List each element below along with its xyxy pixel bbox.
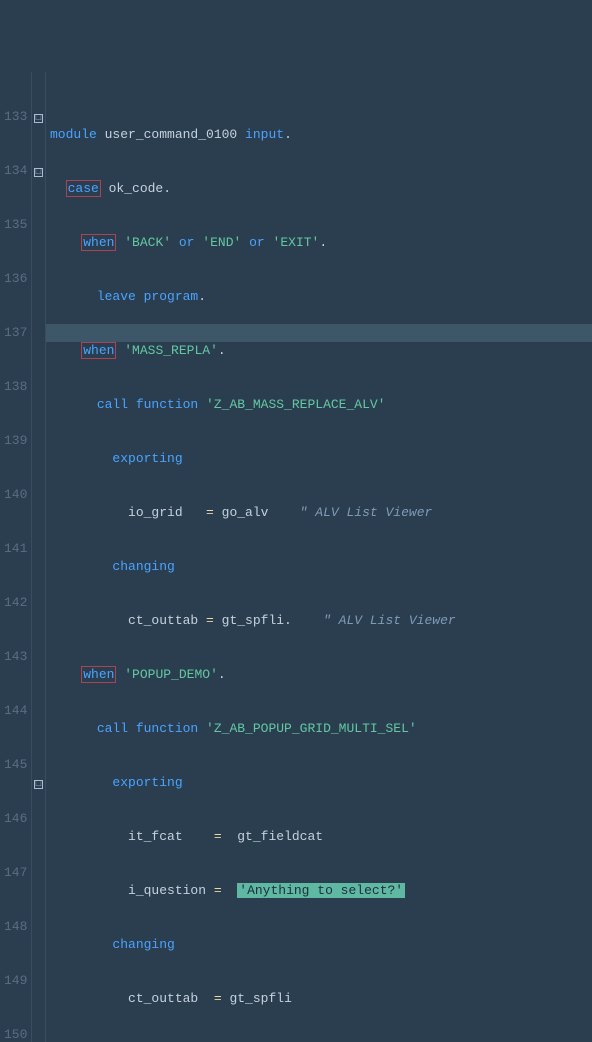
code-line[interactable]: exporting [50, 774, 592, 792]
code-line[interactable]: ct_outtab = gt_spfli [50, 990, 592, 1008]
line-number: 143 [4, 648, 27, 666]
line-number: 141 [4, 540, 27, 558]
fold-toggle-icon[interactable]: □ [34, 780, 43, 789]
line-number: 148 [4, 918, 27, 936]
line-number: 142 [4, 594, 27, 612]
code-line[interactable]: io_grid = go_alv " ALV List Viewer [50, 504, 592, 522]
line-number: 136 [4, 270, 27, 288]
fold-column: □ □ □ [32, 72, 46, 1042]
code-line[interactable]: i_question = 'Anything to select?' [50, 882, 592, 900]
line-number: 147 [4, 864, 27, 882]
code-area[interactable]: module user_command_0100 input. case ok_… [46, 72, 592, 1042]
line-number: 140 [4, 486, 27, 504]
line-number: 137 [4, 324, 27, 342]
code-line[interactable]: changing [50, 936, 592, 954]
code-line[interactable]: when 'POPUP_DEMO'. [50, 666, 592, 684]
line-number: 134 [4, 162, 27, 180]
current-line-highlight [46, 324, 592, 342]
line-number: 150 [4, 1026, 27, 1042]
code-line[interactable]: call function 'Z_AB_POPUP_GRID_MULTI_SEL… [50, 720, 592, 738]
code-line[interactable]: changing [50, 558, 592, 576]
code-line[interactable]: module user_command_0100 input. [50, 126, 592, 144]
code-line[interactable]: call function 'Z_AB_MASS_REPLACE_ALV' [50, 396, 592, 414]
line-number-gutter: 133 134 135 136 137 138 139 140 141 142 … [0, 72, 32, 1042]
line-number: 145 [4, 756, 27, 774]
code-line[interactable]: it_fcat = gt_fieldcat [50, 828, 592, 846]
line-number: 135 [4, 216, 27, 234]
code-line[interactable]: exporting [50, 450, 592, 468]
code-line[interactable]: leave program. [50, 288, 592, 306]
fold-toggle-icon[interactable]: □ [34, 114, 43, 123]
code-line[interactable]: ct_outtab = gt_spfli. " ALV List Viewer [50, 612, 592, 630]
line-number: 138 [4, 378, 27, 396]
line-number: 149 [4, 972, 27, 990]
line-number: 139 [4, 432, 27, 450]
line-number: 146 [4, 810, 27, 828]
fold-toggle-icon[interactable]: □ [34, 168, 43, 177]
line-number: 144 [4, 702, 27, 720]
code-line[interactable]: case ok_code. [50, 180, 592, 198]
code-line[interactable]: when 'MASS_REPLA'. [50, 342, 592, 360]
code-line[interactable]: when 'BACK' or 'END' or 'EXIT'. [50, 234, 592, 252]
line-number: 133 [4, 108, 27, 126]
code-editor[interactable]: 133 134 135 136 137 138 139 140 141 142 … [0, 72, 592, 1042]
